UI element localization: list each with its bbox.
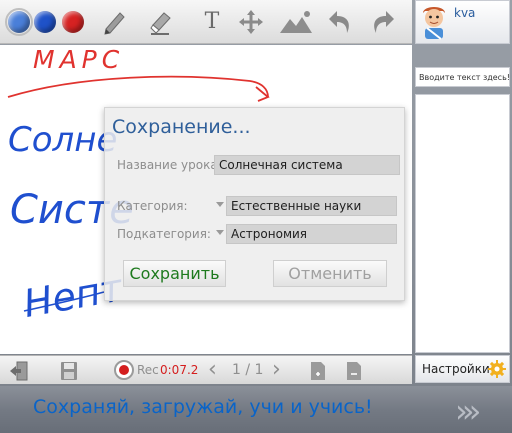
save-icon[interactable] (58, 360, 80, 382)
cancel-button[interactable]: Отменить (273, 260, 387, 287)
settings-button[interactable]: Настройки (415, 355, 510, 383)
rec-label: Rec (137, 363, 159, 377)
image-icon[interactable] (278, 7, 314, 37)
chat-messages-area (415, 94, 510, 353)
user-card: kva (415, 0, 510, 44)
subcategory-label: Подкатегория: (117, 227, 211, 241)
chat-input[interactable]: Вводите текст здесь! (415, 67, 510, 87)
save-dialog: Сохранение... Название урока: Солнечная … (104, 107, 405, 301)
promo-banner: Сохраняй, загружай, учи и учись! ››› (0, 386, 512, 433)
next-page-button[interactable]: › (272, 357, 281, 382)
rec-timer: 0:07.2 (160, 363, 199, 377)
handwritten-word-sun: Солне (8, 120, 118, 160)
save-button[interactable]: Сохранить (123, 260, 226, 287)
subcategory-value: Астрономия (226, 224, 397, 244)
exit-icon[interactable] (8, 360, 30, 382)
gear-icon (488, 360, 506, 378)
color-swatch-blue[interactable] (34, 11, 56, 33)
redo-icon[interactable] (368, 7, 398, 37)
category-label: Категория: (117, 199, 188, 213)
lesson-name-label: Название урока: (117, 158, 222, 172)
slogan: Сохраняй, загружай, учи и учись! (33, 396, 373, 418)
avatar (419, 3, 449, 41)
chevron-down-icon (216, 202, 224, 207)
record-button[interactable] (114, 360, 134, 380)
chevron-down-icon (216, 230, 224, 235)
color-swatch-light-blue[interactable] (5, 8, 33, 36)
add-page-icon[interactable] (307, 360, 329, 382)
text-tool-icon[interactable]: T (201, 9, 223, 35)
prev-page-button[interactable]: ‹ (208, 357, 217, 382)
eraser-icon[interactable] (145, 7, 175, 37)
undo-icon[interactable] (325, 7, 355, 37)
page-indicator: 1 / 1 (232, 362, 264, 378)
lesson-name-field[interactable]: Солнечная система (214, 155, 400, 175)
category-select[interactable]: Естественные науки (214, 196, 400, 216)
subcategory-select[interactable]: Астрономия (214, 224, 400, 244)
bottom-toolbar: Rec 0:07.2 ‹ 1 / 1 › (0, 355, 412, 384)
category-value: Естественные науки (226, 196, 397, 216)
settings-label: Настройки (422, 362, 490, 376)
pencil-icon[interactable] (100, 7, 130, 37)
dialog-title: Сохранение... (112, 116, 251, 138)
move-icon[interactable] (236, 7, 266, 37)
chevrons-right-icon: ››› (455, 392, 482, 430)
top-toolbar: T (0, 0, 412, 44)
username: kva (454, 6, 476, 20)
app-window: T МАРС Солне Систе Непт Сохранение... На… (0, 0, 512, 386)
color-swatch-red[interactable] (62, 11, 84, 33)
remove-page-icon[interactable] (343, 360, 365, 382)
